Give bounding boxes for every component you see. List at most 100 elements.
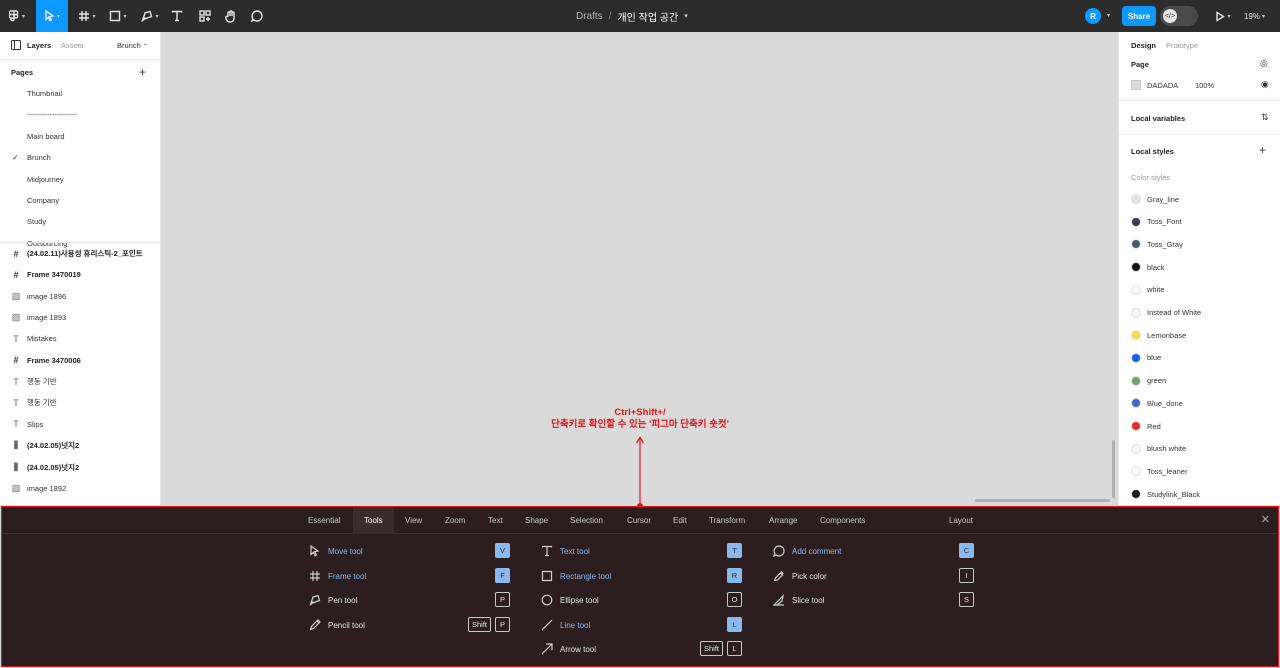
color-style-item[interactable]: Studylink_Black — [1119, 483, 1280, 505]
vertical-scrollbar[interactable] — [1112, 440, 1115, 498]
frame-tool-button[interactable]: ▾ — [74, 0, 100, 32]
horizontal-scrollbar[interactable] — [975, 499, 1110, 502]
shortcut-name: Add comment — [792, 546, 842, 556]
tab-zoom[interactable]: Zoom — [445, 507, 465, 534]
layer-row[interactable]: T Mistakes — [0, 328, 160, 349]
color-swatch — [1131, 443, 1141, 454]
variables-settings-icon[interactable]: ⇅ — [1261, 112, 1269, 123]
tab-arrange[interactable]: Arrange — [769, 507, 797, 534]
layer-row[interactable]: T Slips — [0, 414, 160, 435]
keycap: I — [959, 568, 974, 583]
add-style-icon[interactable]: + — [1259, 144, 1266, 156]
page-color-value[interactable]: DADADA — [1147, 81, 1178, 90]
color-style-item[interactable]: Gray_line — [1119, 188, 1280, 210]
eye-icon[interactable]: ◉ — [1261, 79, 1269, 90]
tab-view[interactable]: View — [405, 507, 422, 534]
color-style-name: blue — [1147, 353, 1162, 363]
tab-essential[interactable]: Essential — [308, 507, 340, 534]
ellipse-icon — [541, 594, 553, 606]
page-item[interactable]: Study — [0, 211, 160, 232]
page-color-swatch[interactable] — [1131, 80, 1141, 90]
share-button[interactable]: Share — [1122, 6, 1156, 26]
page-item[interactable]: ✓ Brunch — [0, 147, 160, 168]
tab-layers[interactable]: Layers — [27, 41, 51, 50]
dev-mode-toggle[interactable]: </> — [1160, 6, 1198, 26]
tab-selection[interactable]: Selection — [570, 507, 603, 534]
text-tool-button[interactable] — [168, 0, 186, 32]
user-avatar[interactable]: R — [1085, 8, 1101, 24]
page-item[interactable]: Company — [0, 190, 160, 211]
pen-tool-button[interactable]: ▾ — [137, 0, 163, 32]
color-styles-heading: Color styles — [1131, 173, 1171, 182]
page-opacity-value[interactable]: 100% — [1195, 81, 1214, 90]
tab-prototype[interactable]: Prototype — [1166, 41, 1198, 50]
present-button[interactable]: ▾ — [1212, 0, 1234, 32]
layer-row[interactable]: T 행동 기반 — [0, 371, 160, 392]
layer-row[interactable]: ⫼ (24.02.05)넛지2 — [0, 457, 160, 478]
current-page-label: Brunch — [117, 41, 141, 50]
canvas[interactable] — [161, 32, 1118, 505]
layer-row[interactable]: ▨ image 1896 — [0, 286, 160, 307]
add-page-icon[interactable]: + — [139, 66, 146, 78]
resources-button[interactable] — [196, 0, 214, 32]
color-style-item[interactable]: Lemonbase — [1119, 324, 1280, 346]
tab-transform[interactable]: Transform — [709, 507, 745, 534]
tab-components[interactable]: Components — [820, 507, 865, 534]
page-item[interactable]: -------------------- — [0, 104, 160, 125]
color-style-item[interactable]: Blue_done — [1119, 392, 1280, 414]
color-style-item[interactable]: green — [1119, 370, 1280, 392]
tab-assets[interactable]: Assets — [61, 41, 84, 50]
comment-tool-button[interactable] — [248, 0, 266, 32]
chevron-down-icon[interactable]: ▾ — [1107, 12, 1110, 19]
hand-icon — [225, 9, 235, 23]
move-tool-button[interactable]: ▾ — [36, 0, 68, 32]
zoom-menu[interactable]: 19% ▾ — [1244, 0, 1265, 32]
page-item[interactable]: Midjourney — [0, 169, 160, 190]
tab-layout[interactable]: Layout — [949, 507, 973, 534]
breadcrumb: Drafts / 개인 작업 공간 ▾ — [576, 0, 688, 32]
color-style-name: white — [1147, 285, 1165, 295]
color-style-item[interactable]: Toss_Gray — [1119, 233, 1280, 255]
layer-row[interactable]: # Frame 3470019 — [0, 264, 160, 285]
layer-row[interactable]: T 행동 기반 — [0, 392, 160, 413]
layer-label: (24.02.05)넛지2 — [27, 441, 80, 451]
layer-row[interactable]: ⫼ (24.02.05)넛지2 — [0, 435, 160, 456]
layer-row[interactable]: # (24.02.11)사용성 휴리스틱-2_포인트 — [0, 243, 160, 264]
page-item[interactable]: Thumbnail — [0, 83, 160, 104]
color-style-item[interactable]: white — [1119, 279, 1280, 301]
page-switcher[interactable]: Brunch ⌃ — [117, 41, 148, 50]
color-style-item[interactable]: Toss_Font — [1119, 211, 1280, 233]
local-variables-heading[interactable]: Local variables — [1131, 114, 1185, 123]
color-style-item[interactable]: Toss_leaner — [1119, 460, 1280, 482]
tab-shape[interactable]: Shape — [525, 507, 548, 534]
color-style-item[interactable]: blue — [1119, 347, 1280, 369]
breadcrumb-drafts[interactable]: Drafts — [576, 11, 603, 22]
text-icon: T — [13, 397, 19, 408]
color-style-name: Blue_done — [1147, 398, 1183, 408]
color-style-item[interactable]: Instead of White — [1119, 302, 1280, 324]
hand-tool-button[interactable] — [222, 0, 240, 32]
color-style-item[interactable]: Red — [1119, 415, 1280, 437]
color-style-item[interactable]: bluish white — [1119, 438, 1280, 460]
tab-design[interactable]: Design — [1131, 41, 1156, 50]
chevron-down-icon[interactable]: ▾ — [684, 12, 688, 20]
close-icon[interactable]: ✕ — [1261, 513, 1270, 526]
color-style-item[interactable]: black — [1119, 256, 1280, 278]
tab-text[interactable]: Text — [488, 507, 503, 534]
page-item-label: Study — [27, 217, 47, 227]
layer-row[interactable]: # Frame 3470006 — [0, 350, 160, 371]
main-menu-button[interactable]: ▾ — [6, 0, 28, 32]
shortcut-row: Move tool V — [309, 543, 510, 559]
tab-tools[interactable]: Tools — [353, 507, 394, 534]
layer-row[interactable]: ▨ image 1893 — [0, 307, 160, 328]
file-title[interactable]: 개인 작업 공간 — [617, 9, 678, 24]
page-item[interactable]: Main board — [0, 126, 160, 147]
tab-edit[interactable]: Edit — [673, 507, 687, 534]
layer-label: 행동 기반 — [27, 377, 57, 387]
shape-tool-button[interactable]: ▾ — [105, 0, 131, 32]
section-divider — [1119, 134, 1280, 135]
color-swatch — [1131, 330, 1141, 341]
tab-cursor[interactable]: Cursor — [627, 507, 651, 534]
visibility-settings-icon[interactable]: ◎ — [1260, 58, 1268, 69]
layer-row[interactable]: ▨ image 1892 — [0, 478, 160, 499]
